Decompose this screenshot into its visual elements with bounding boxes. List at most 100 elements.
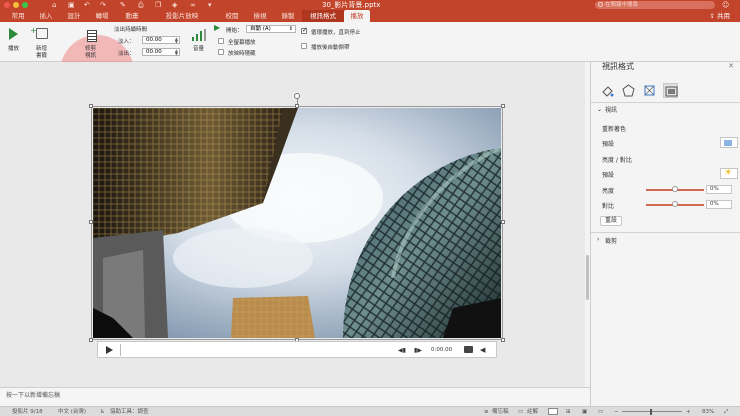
tab-review[interactable]: 校閱: [220, 10, 244, 22]
play-pause-icon[interactable]: [106, 346, 113, 354]
share-button[interactable]: ⇪ 共用: [709, 10, 730, 22]
slide-sorter-icon[interactable]: ⊞: [566, 407, 571, 416]
fade-in-stepper[interactable]: 00.00 ▲ ▼: [142, 36, 180, 44]
zoom-level[interactable]: 83%: [702, 407, 714, 416]
comments-toggle-button[interactable]: 註解: [527, 407, 538, 416]
save-icon[interactable]: ▣: [68, 0, 75, 10]
video-section-header[interactable]: 視訊: [605, 105, 617, 114]
zoom-window-button[interactable]: [22, 2, 28, 8]
resize-handle[interactable]: [89, 220, 93, 224]
play-icon: [9, 28, 18, 40]
brightness-preset-button[interactable]: ☀: [720, 168, 738, 179]
normal-view-icon[interactable]: [548, 408, 558, 415]
language-status[interactable]: 中文 (台灣): [58, 407, 86, 416]
brightness-contrast-label: 亮度 / 對比: [602, 157, 632, 164]
tab-design[interactable]: 設計: [62, 10, 86, 22]
sun-icon: ☀: [724, 168, 733, 178]
chevron-down-icon[interactable]: ⌄: [597, 106, 602, 113]
resize-handle[interactable]: [89, 104, 93, 108]
zoom-slider-knob[interactable]: [650, 409, 652, 415]
notes-toggle-button[interactable]: 備忘稿: [492, 407, 509, 416]
volume-icon[interactable]: ◀: [480, 346, 485, 354]
slideshow-view-icon[interactable]: ▭: [598, 407, 603, 416]
reset-button[interactable]: 重設: [600, 216, 622, 226]
loop-checkbox[interactable]: [301, 26, 308, 34]
scrollbar-thumb[interactable]: [586, 255, 589, 300]
home-icon[interactable]: ⌂: [52, 0, 56, 10]
resize-handle[interactable]: [501, 338, 505, 342]
resize-handle[interactable]: [501, 104, 505, 108]
link-icon[interactable]: ∞: [190, 0, 196, 10]
rewind-checkbox[interactable]: [301, 43, 307, 49]
redo-icon[interactable]: ↷: [100, 0, 106, 10]
brightness-field[interactable]: 0%: [706, 185, 732, 194]
tab-animations[interactable]: 動畫: [120, 10, 144, 22]
format-painter-icon[interactable]: ✎: [120, 0, 126, 10]
tab-playback[interactable]: 播放: [344, 10, 370, 22]
skip-forward-icon[interactable]: ▮▶: [414, 347, 422, 354]
zoom-in-icon[interactable]: +: [686, 407, 691, 416]
size-properties-icon[interactable]: [642, 83, 657, 98]
zoom-slider[interactable]: [622, 411, 682, 412]
captions-icon[interactable]: [464, 346, 473, 353]
skip-back-icon[interactable]: ◀▮: [398, 347, 406, 354]
fade-out-stepper[interactable]: 00.00 ▲ ▼: [142, 48, 180, 56]
volume-label: 音量: [193, 46, 205, 52]
recolor-preset-button[interactable]: [720, 137, 738, 148]
account-icon[interactable]: ☺: [722, 0, 729, 10]
hide-while-not-playing-checkbox[interactable]: [218, 49, 224, 55]
slide-counter: 投影片 9/18: [12, 409, 43, 415]
tab-transitions[interactable]: 轉場: [90, 10, 114, 22]
share-icon: ⇪: [709, 12, 717, 20]
close-icon[interactable]: ✕: [728, 62, 734, 70]
contrast-slider-knob[interactable]: [672, 201, 678, 207]
video-timeline[interactable]: [120, 344, 392, 356]
resize-handle[interactable]: [89, 338, 93, 342]
fit-to-window-icon[interactable]: ⤢: [724, 407, 728, 416]
fill-bucket-icon[interactable]: [600, 83, 615, 98]
tab-home[interactable]: 常用: [6, 10, 30, 22]
bookmark-icon: [36, 28, 48, 39]
rotate-handle[interactable]: [294, 93, 300, 99]
stepper-arrows-icon[interactable]: ▲ ▼: [175, 49, 178, 56]
comments-icon: ▭: [518, 409, 524, 415]
notes-pane[interactable]: 按一下以新增備忘稿: [0, 387, 590, 406]
search-input[interactable]: 在簡報中搜尋: [595, 1, 715, 9]
contrast-field[interactable]: 0%: [706, 200, 732, 209]
resize-handle[interactable]: [295, 104, 299, 108]
trim-video-label: 修剪視訊: [85, 46, 97, 59]
close-window-button[interactable]: [4, 2, 10, 8]
chevron-right-icon[interactable]: ›: [597, 236, 599, 243]
rewind-label: 播放後自動倒帶: [311, 45, 350, 51]
brightness-preset-label: 預設: [602, 172, 615, 179]
reading-view-icon[interactable]: ▣: [582, 407, 587, 416]
tab-slideshow[interactable]: 投影片放映: [150, 10, 214, 22]
minimize-window-button[interactable]: [13, 2, 19, 8]
share-label: 共用: [717, 12, 730, 20]
title-bar: ⌂ ▣ ↶ ↷ ✎ ⎙ ❐ ◈ ∞ ▾ 30_影片背景.pptx 在簡報中搜尋 …: [0, 0, 740, 10]
hide-label: 放映時隱藏: [228, 51, 256, 57]
tab-record[interactable]: 錄製: [276, 10, 300, 22]
stepper-arrows-icon[interactable]: ▲ ▼: [175, 37, 178, 44]
brightness-slider-knob[interactable]: [672, 186, 678, 192]
start-dropdown[interactable]: 自動 (A) ⇕: [246, 25, 296, 33]
ribbon-tab-bar: 常用 插入 設計 轉場 動畫 投影片放映 校閱 檢視 錄製 視訊格式 播放 ⇪ …: [0, 10, 740, 22]
shapes-icon[interactable]: ◈: [172, 0, 177, 10]
crop-section-header[interactable]: 裁剪: [605, 236, 617, 245]
divider: [591, 102, 740, 103]
play-label: 播放: [8, 46, 20, 52]
resize-handle[interactable]: [501, 220, 505, 224]
tab-view[interactable]: 檢視: [248, 10, 272, 22]
fullscreen-checkbox[interactable]: [218, 38, 224, 44]
accessibility-status[interactable]: 協助工具：調查: [110, 407, 149, 416]
tab-insert[interactable]: 插入: [34, 10, 58, 22]
tab-video-format[interactable]: 視訊格式: [302, 10, 344, 22]
pentagon-effects-icon[interactable]: [621, 83, 636, 98]
print-icon[interactable]: ⎙: [138, 0, 144, 10]
video-settings-icon[interactable]: [663, 83, 678, 98]
zoom-out-icon[interactable]: −: [614, 407, 619, 416]
copy-icon[interactable]: ❐: [155, 0, 161, 10]
more-icon[interactable]: ▾: [208, 0, 212, 10]
undo-icon[interactable]: ↶: [84, 0, 90, 10]
recolor-label: 重新著色: [602, 126, 627, 133]
